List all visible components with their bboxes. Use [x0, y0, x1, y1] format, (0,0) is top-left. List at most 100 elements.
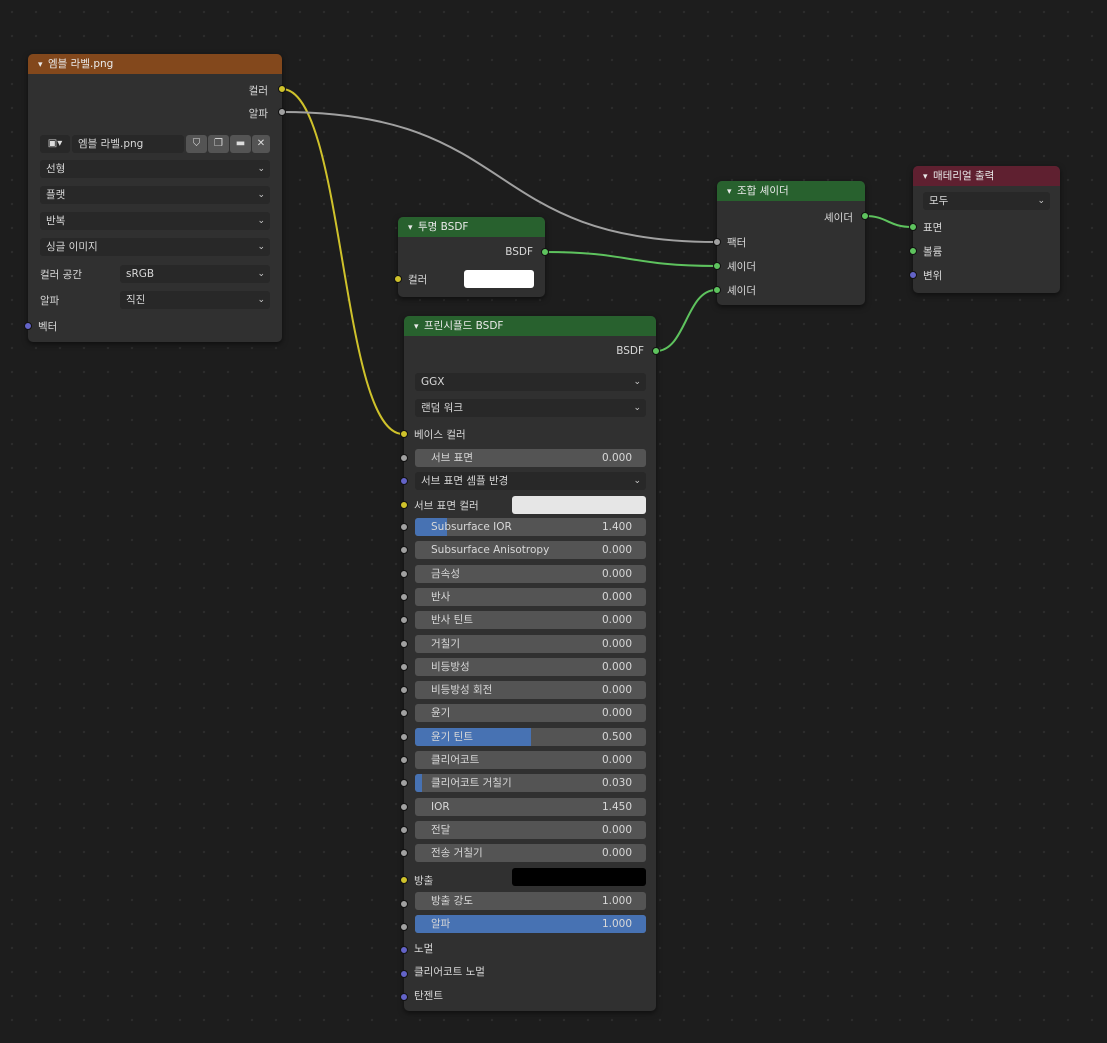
- input-slider-socket[interactable]: [400, 709, 408, 717]
- input-subsurface-radius-socket[interactable]: [400, 477, 408, 485]
- projection-dropdown[interactable]: 플랫 ⌄: [40, 186, 270, 204]
- input-slider-socket[interactable]: [400, 663, 408, 671]
- input-factor-socket[interactable]: [713, 238, 721, 246]
- output-shader-socket[interactable]: [861, 212, 869, 220]
- output-alpha-socket[interactable]: [278, 108, 286, 116]
- output-color-socket[interactable]: [278, 85, 286, 93]
- alpha-mode-dropdown[interactable]: 직진 ⌄: [120, 291, 270, 309]
- property-slider[interactable]: 비등방성 0.000: [415, 658, 646, 676]
- input-slider-socket[interactable]: [400, 686, 408, 694]
- duplicate-image-icon[interactable]: ❐: [208, 135, 229, 153]
- input-displacement-label: 변위: [923, 270, 943, 282]
- principled-bsdf-node[interactable]: ▾ 프린시플드 BSDF BSDF GGX ⌄ 랜덤 워크 ⌄ 베이스 컬러 서브 표…: [400, 316, 660, 1011]
- input-slider-socket[interactable]: [400, 523, 408, 531]
- image-node-title: 엠블 라벨.png: [48, 58, 114, 70]
- input-base-color-socket[interactable]: [400, 430, 408, 438]
- property-slider[interactable]: 클리어코트 거칠기 0.030: [415, 774, 646, 792]
- material-output-node[interactable]: ▾ 매테리얼 출력 모두 ⌄ 표면 볼륨 변위: [909, 166, 1060, 293]
- source-dropdown[interactable]: 싱글 이미지 ⌄: [40, 238, 270, 256]
- colorspace-dropdown[interactable]: sRGB ⌄: [120, 265, 270, 283]
- link-image-color-to-base-color[interactable]: [281, 88, 404, 435]
- property-slider[interactable]: 반사 0.000: [415, 588, 646, 606]
- collapse-chevron-icon[interactable]: ▾: [38, 55, 48, 75]
- chevron-down-icon: ⌄: [257, 269, 265, 279]
- input-slider-socket[interactable]: [400, 616, 408, 624]
- property-slider[interactable]: IOR 1.450: [415, 798, 646, 816]
- input-shader1-socket[interactable]: [713, 262, 721, 270]
- input-slider-socket[interactable]: [400, 803, 408, 811]
- input-emission-socket[interactable]: [400, 876, 408, 884]
- slider-value: 1.400: [601, 521, 632, 533]
- output-bsdf-socket[interactable]: [652, 347, 660, 355]
- property-slider[interactable]: 비등방성 회전 0.000: [415, 681, 646, 699]
- subsurface-radius-dropdown[interactable]: 서브 표면 셈플 반경 ⌄: [415, 472, 646, 490]
- input-clearcoat-normal-socket[interactable]: [400, 970, 408, 978]
- transparent-bsdf-node[interactable]: ▾ 투명 BSDF BSDF 컬러: [394, 217, 549, 297]
- input-subsurface-socket[interactable]: [400, 454, 408, 462]
- input-tangent-socket[interactable]: [400, 993, 408, 1001]
- property-slider[interactable]: 전달 0.000: [415, 821, 646, 839]
- property-slider[interactable]: 전송 거칠기 0.000: [415, 844, 646, 862]
- property-slider[interactable]: Subsurface IOR 1.400: [415, 518, 646, 536]
- interpolation-dropdown[interactable]: 선형 ⌄: [40, 160, 270, 178]
- input-shader2-socket[interactable]: [713, 286, 721, 294]
- input-slider-socket[interactable]: [400, 756, 408, 764]
- unlink-close-icon[interactable]: ✕: [252, 135, 270, 153]
- link-transparent-to-mix-shader1[interactable]: [544, 251, 717, 267]
- image-browse-button[interactable]: ▣▾: [40, 135, 70, 153]
- image-name-field[interactable]: 엠블 라벨.png: [72, 135, 184, 153]
- fake-user-shield-icon[interactable]: ⛉: [186, 135, 207, 153]
- input-slider-socket[interactable]: [400, 733, 408, 741]
- subsurface-method-dropdown[interactable]: 랜덤 워크 ⌄: [415, 399, 646, 417]
- extension-dropdown[interactable]: 반복 ⌄: [40, 212, 270, 230]
- property-slider[interactable]: 금속성 0.000: [415, 565, 646, 583]
- input-subsurface-color-socket[interactable]: [400, 501, 408, 509]
- link-principled-to-mix-shader2[interactable]: [655, 289, 717, 352]
- collapse-chevron-icon[interactable]: ▾: [408, 218, 418, 238]
- input-slider-socket[interactable]: [400, 640, 408, 648]
- target-dropdown[interactable]: 모두 ⌄: [923, 192, 1050, 210]
- property-slider[interactable]: 거칠기 0.000: [415, 635, 646, 653]
- principled-node-header[interactable]: ▾ 프린시플드 BSDF: [404, 316, 656, 336]
- input-slider-socket[interactable]: [400, 570, 408, 578]
- output-bsdf-socket[interactable]: [541, 248, 549, 256]
- input-volume-socket[interactable]: [909, 247, 917, 255]
- slider-label: 윤기 틴트: [431, 731, 473, 743]
- link-mix-to-output-surface[interactable]: [864, 215, 913, 228]
- input-slider-socket[interactable]: [400, 779, 408, 787]
- collapse-chevron-icon[interactable]: ▾: [414, 317, 424, 337]
- alpha-slider[interactable]: 알파 1.000: [415, 915, 646, 933]
- open-folder-icon[interactable]: ▬: [230, 135, 251, 153]
- input-vector-socket[interactable]: [24, 322, 32, 330]
- input-slider-socket[interactable]: [400, 593, 408, 601]
- property-slider[interactable]: Subsurface Anisotropy 0.000: [415, 541, 646, 559]
- input-normal-socket[interactable]: [400, 946, 408, 954]
- input-surface-socket[interactable]: [909, 223, 917, 231]
- property-slider[interactable]: 윤기 틴트 0.500: [415, 728, 646, 746]
- property-slider[interactable]: 반사 틴트 0.000: [415, 611, 646, 629]
- mix-node-header[interactable]: ▾ 조합 셰이더: [717, 181, 865, 201]
- input-slider-socket[interactable]: [400, 849, 408, 857]
- property-slider[interactable]: 클리어코트 0.000: [415, 751, 646, 769]
- color-swatch[interactable]: [464, 270, 534, 288]
- mix-shader-node[interactable]: ▾ 조합 셰이더 셰이더 팩터 셰이더 셰이더: [713, 181, 869, 305]
- base-color-label: 베이스 컬러: [414, 429, 466, 441]
- input-displacement-socket[interactable]: [909, 271, 917, 279]
- emission-strength-slider[interactable]: 방출 강도 1.000: [415, 892, 646, 910]
- input-slider-socket[interactable]: [400, 826, 408, 834]
- property-slider[interactable]: 윤기 0.000: [415, 704, 646, 722]
- input-slider-socket[interactable]: [400, 546, 408, 554]
- subsurface-slider[interactable]: 서브 표면 0.000: [415, 449, 646, 467]
- collapse-chevron-icon[interactable]: ▾: [923, 167, 933, 187]
- emission-color-swatch[interactable]: [512, 868, 646, 886]
- transparent-node-header[interactable]: ▾ 투명 BSDF: [398, 217, 545, 237]
- collapse-chevron-icon[interactable]: ▾: [727, 182, 737, 202]
- input-alpha-socket[interactable]: [400, 923, 408, 931]
- distribution-dropdown[interactable]: GGX ⌄: [415, 373, 646, 391]
- input-color-socket[interactable]: [394, 275, 402, 283]
- output-node-header[interactable]: ▾ 매테리얼 출력: [913, 166, 1060, 186]
- subsurface-color-swatch[interactable]: [512, 496, 646, 514]
- image-node-header[interactable]: ▾ 엠블 라벨.png: [28, 54, 282, 74]
- input-emission-strength-socket[interactable]: [400, 900, 408, 908]
- image-texture-node[interactable]: ▾ 엠블 라벨.png 컬러 알파 ▣▾ 엠블 라벨.png ⛉ ❐ ▬ ✕ 선형…: [24, 54, 286, 342]
